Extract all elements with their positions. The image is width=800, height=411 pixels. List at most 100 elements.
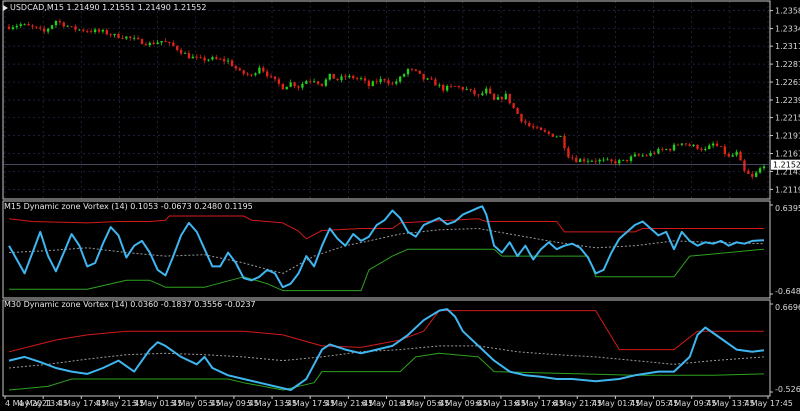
candle-body xyxy=(555,136,558,138)
candle-body xyxy=(297,86,300,88)
candle-body xyxy=(414,69,418,71)
candle-body xyxy=(571,157,574,159)
candle-body xyxy=(336,78,339,81)
candle-body xyxy=(144,44,148,46)
candle-body xyxy=(109,34,112,36)
candle-body xyxy=(512,103,515,108)
indicator1-tick-label: -0.6488 xyxy=(775,287,800,296)
candle-body xyxy=(618,160,621,164)
candle-body xyxy=(520,113,523,122)
candle-body xyxy=(438,84,441,86)
candle-body xyxy=(50,25,54,29)
candle-body xyxy=(395,81,398,84)
candle-body xyxy=(62,22,65,27)
indicator2-tick-label: 0.6696 xyxy=(775,303,800,312)
candle-body xyxy=(719,146,723,147)
candle-body xyxy=(281,83,285,90)
candle-body xyxy=(363,78,367,81)
candle-body xyxy=(614,161,617,164)
candle-body xyxy=(121,38,124,39)
candle-body xyxy=(285,86,288,90)
candle-body xyxy=(187,53,191,59)
price-tick-label: 1.22155 xyxy=(775,114,800,123)
candle-body xyxy=(258,67,261,74)
candle-body xyxy=(355,78,359,80)
candle-body xyxy=(250,74,253,76)
candle-body xyxy=(453,86,457,87)
candle-body xyxy=(262,67,265,72)
candle-body xyxy=(19,24,22,26)
candle-body xyxy=(649,152,652,156)
candle-body xyxy=(320,83,324,86)
candle-body xyxy=(567,148,570,158)
candle-body xyxy=(559,136,562,137)
candle-body xyxy=(731,155,734,157)
candle-body xyxy=(684,143,687,145)
candle-body xyxy=(179,50,183,54)
candle-body xyxy=(547,131,551,134)
candle-body xyxy=(528,122,531,127)
candle-body xyxy=(641,155,644,157)
candle-body xyxy=(653,152,656,154)
candle-body xyxy=(535,127,539,129)
candle-body xyxy=(477,94,480,96)
candle-body xyxy=(293,82,296,87)
candle-body xyxy=(246,73,249,75)
candle-body xyxy=(348,75,351,78)
candle-body xyxy=(266,71,269,77)
candle-body xyxy=(633,154,637,157)
candle-body xyxy=(7,26,11,29)
candle-body xyxy=(117,33,120,39)
candle-body xyxy=(305,81,308,84)
candle-body xyxy=(578,159,582,163)
candle-body xyxy=(676,144,680,146)
candle-body xyxy=(226,60,230,62)
candle-body xyxy=(715,143,719,147)
chart-canvas: USDCAD,M15 1.21490 1.21551 1.21490 1.215… xyxy=(0,0,800,411)
candle-body xyxy=(54,21,58,26)
candle-body xyxy=(97,29,101,32)
indicator1-tick-label: 0.6395 xyxy=(775,204,800,213)
candle-body xyxy=(473,89,476,95)
price-tick-label: 1.23110 xyxy=(775,42,800,51)
candle-body xyxy=(273,76,277,80)
candle-body xyxy=(375,81,378,83)
candle-body xyxy=(359,78,363,80)
candle-body xyxy=(234,66,238,69)
candle-body xyxy=(387,80,390,84)
candle-body xyxy=(551,133,554,137)
candle-body xyxy=(58,21,62,23)
candle-body xyxy=(625,159,629,161)
candle-body xyxy=(254,73,257,75)
candle-body xyxy=(692,144,695,147)
candle-body xyxy=(383,79,386,81)
candle-body xyxy=(78,29,81,31)
candle-body xyxy=(168,42,171,43)
candle-body xyxy=(215,57,218,59)
candle-body xyxy=(183,53,187,54)
candle-body xyxy=(46,28,50,32)
price-tick-label: 1.22630 xyxy=(775,78,800,87)
candle-body xyxy=(324,79,328,86)
candle-body xyxy=(148,42,151,46)
candle-body xyxy=(31,25,34,27)
candle-body xyxy=(328,73,331,80)
candle-body xyxy=(445,85,449,91)
candle-body xyxy=(500,96,504,100)
candle-body xyxy=(743,160,746,171)
candle-body xyxy=(485,88,488,94)
candle-body xyxy=(735,151,738,156)
candle-body xyxy=(289,82,292,87)
candle-body xyxy=(402,74,406,77)
candle-body xyxy=(152,42,155,45)
candle-body xyxy=(426,78,429,80)
price-tick-label: 1.23585 xyxy=(775,7,800,16)
candle-body xyxy=(269,76,273,78)
time-tick-label: 7 May 17:45 xyxy=(743,399,793,408)
candle-body xyxy=(539,127,543,131)
candle-body xyxy=(629,156,633,161)
candle-body xyxy=(680,143,684,145)
candle-body xyxy=(15,25,18,28)
candle-body xyxy=(277,79,281,84)
candle-body xyxy=(219,58,222,60)
